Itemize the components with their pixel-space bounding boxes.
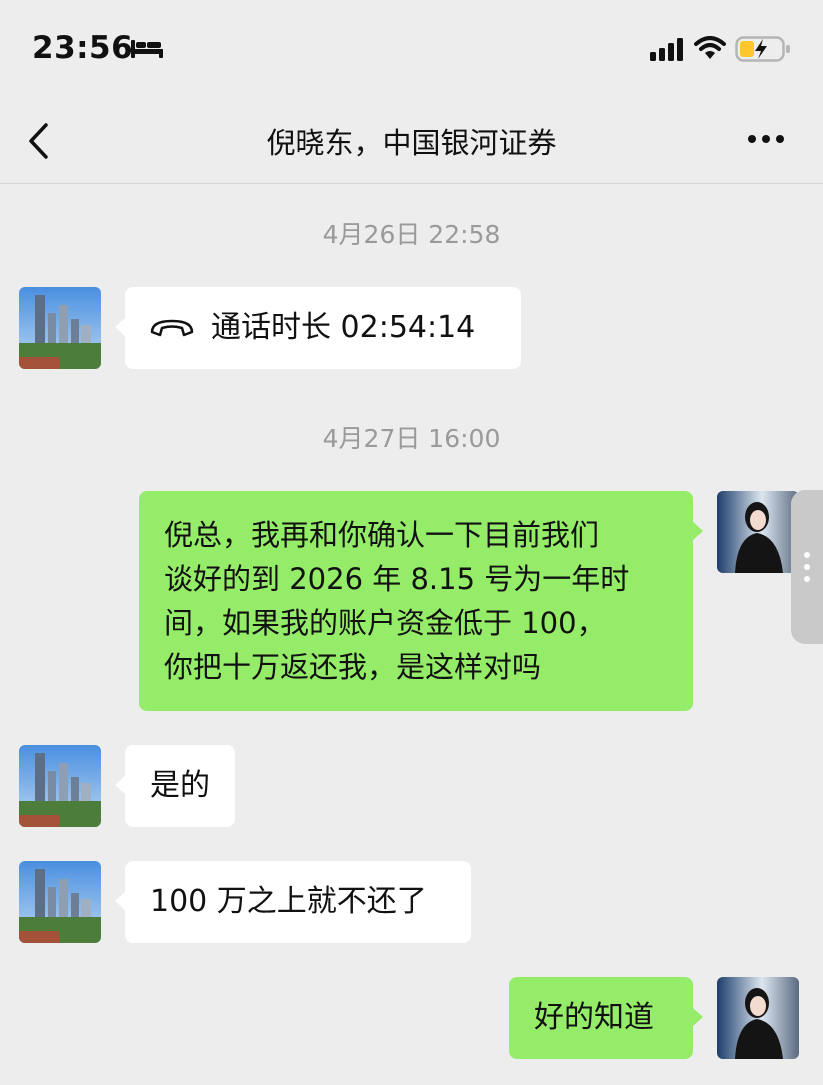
chat-header: 倪晓东，中国银河证券: [0, 100, 823, 184]
my-avatar[interactable]: [717, 977, 799, 1059]
chat-title: 倪晓东，中国银河证券: [266, 126, 557, 160]
bed-icon: [131, 40, 163, 58]
handle-dot: [804, 552, 810, 558]
call-duration-text: 通话时长 02:54:14: [211, 310, 476, 345]
battery-charging-icon: [735, 36, 790, 62]
message-timestamp: 4月26日 22:58: [322, 220, 501, 249]
call-record-bubble[interactable]: 通话时长 02:54:14: [115, 287, 521, 369]
message-timestamp: 4月27日 16:00: [322, 424, 501, 453]
status-time: 23:56: [32, 30, 134, 66]
phone-hangup-icon: [150, 319, 194, 337]
floating-side-handle[interactable]: [791, 490, 823, 644]
incoming-message-bubble[interactable]: 是的: [115, 745, 235, 827]
outgoing-message-bubble[interactable]: 好的知道: [509, 977, 703, 1059]
contact-avatar[interactable]: [19, 861, 101, 943]
message-text: 是的: [150, 768, 210, 803]
outgoing-message-bubble[interactable]: 倪总，我再和你确认一下目前我们 谈好的到 2026 年 8.15 号为一年时 间…: [139, 491, 703, 711]
signal-icon: [650, 38, 683, 61]
contact-avatar[interactable]: [19, 745, 101, 827]
more-dots-icon[interactable]: [746, 133, 786, 145]
wifi-icon: [694, 36, 726, 59]
handle-dot: [804, 576, 810, 582]
message-text-line: 倪总，我再和你确认一下目前我们: [164, 518, 600, 552]
my-avatar[interactable]: [717, 491, 799, 573]
message-text-line: 你把十万返还我，是这样对吗: [164, 650, 542, 684]
message-text: 100 万之上就不还了: [150, 884, 427, 919]
message-text-line: 间，如果我的账户资金低于 100，: [164, 606, 606, 640]
status-bar: 23:56: [0, 0, 823, 100]
contact-avatar[interactable]: [19, 287, 101, 369]
incoming-message-bubble[interactable]: 100 万之上就不还了: [115, 861, 471, 943]
message-text: 好的知道: [534, 1000, 654, 1035]
handle-dot: [804, 564, 810, 570]
message-text-line: 谈好的到 2026 年 8.15 号为一年时: [164, 562, 630, 596]
